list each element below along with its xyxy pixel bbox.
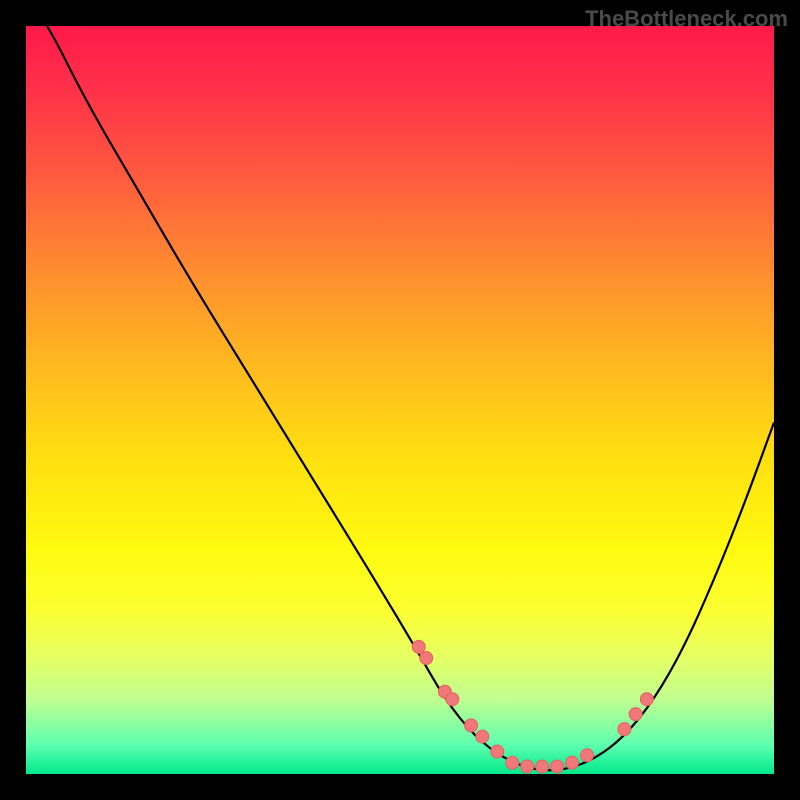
- data-point: [618, 723, 631, 736]
- data-point: [465, 719, 478, 732]
- data-point: [551, 760, 564, 773]
- data-point: [446, 693, 459, 706]
- data-point: [536, 760, 549, 773]
- data-point: [640, 693, 653, 706]
- data-point: [476, 730, 489, 743]
- data-point: [581, 749, 594, 762]
- data-point: [566, 756, 579, 769]
- data-point: [412, 640, 425, 653]
- chart-svg: [26, 26, 774, 774]
- chart-plot-area: [26, 26, 774, 774]
- marker-group: [412, 640, 653, 773]
- watermark-text: TheBottleneck.com: [585, 6, 788, 32]
- bottleneck-curve: [26, 26, 774, 770]
- data-point: [420, 652, 433, 665]
- data-point: [629, 708, 642, 721]
- data-point: [521, 760, 534, 773]
- data-point: [506, 756, 519, 769]
- data-point: [491, 745, 504, 758]
